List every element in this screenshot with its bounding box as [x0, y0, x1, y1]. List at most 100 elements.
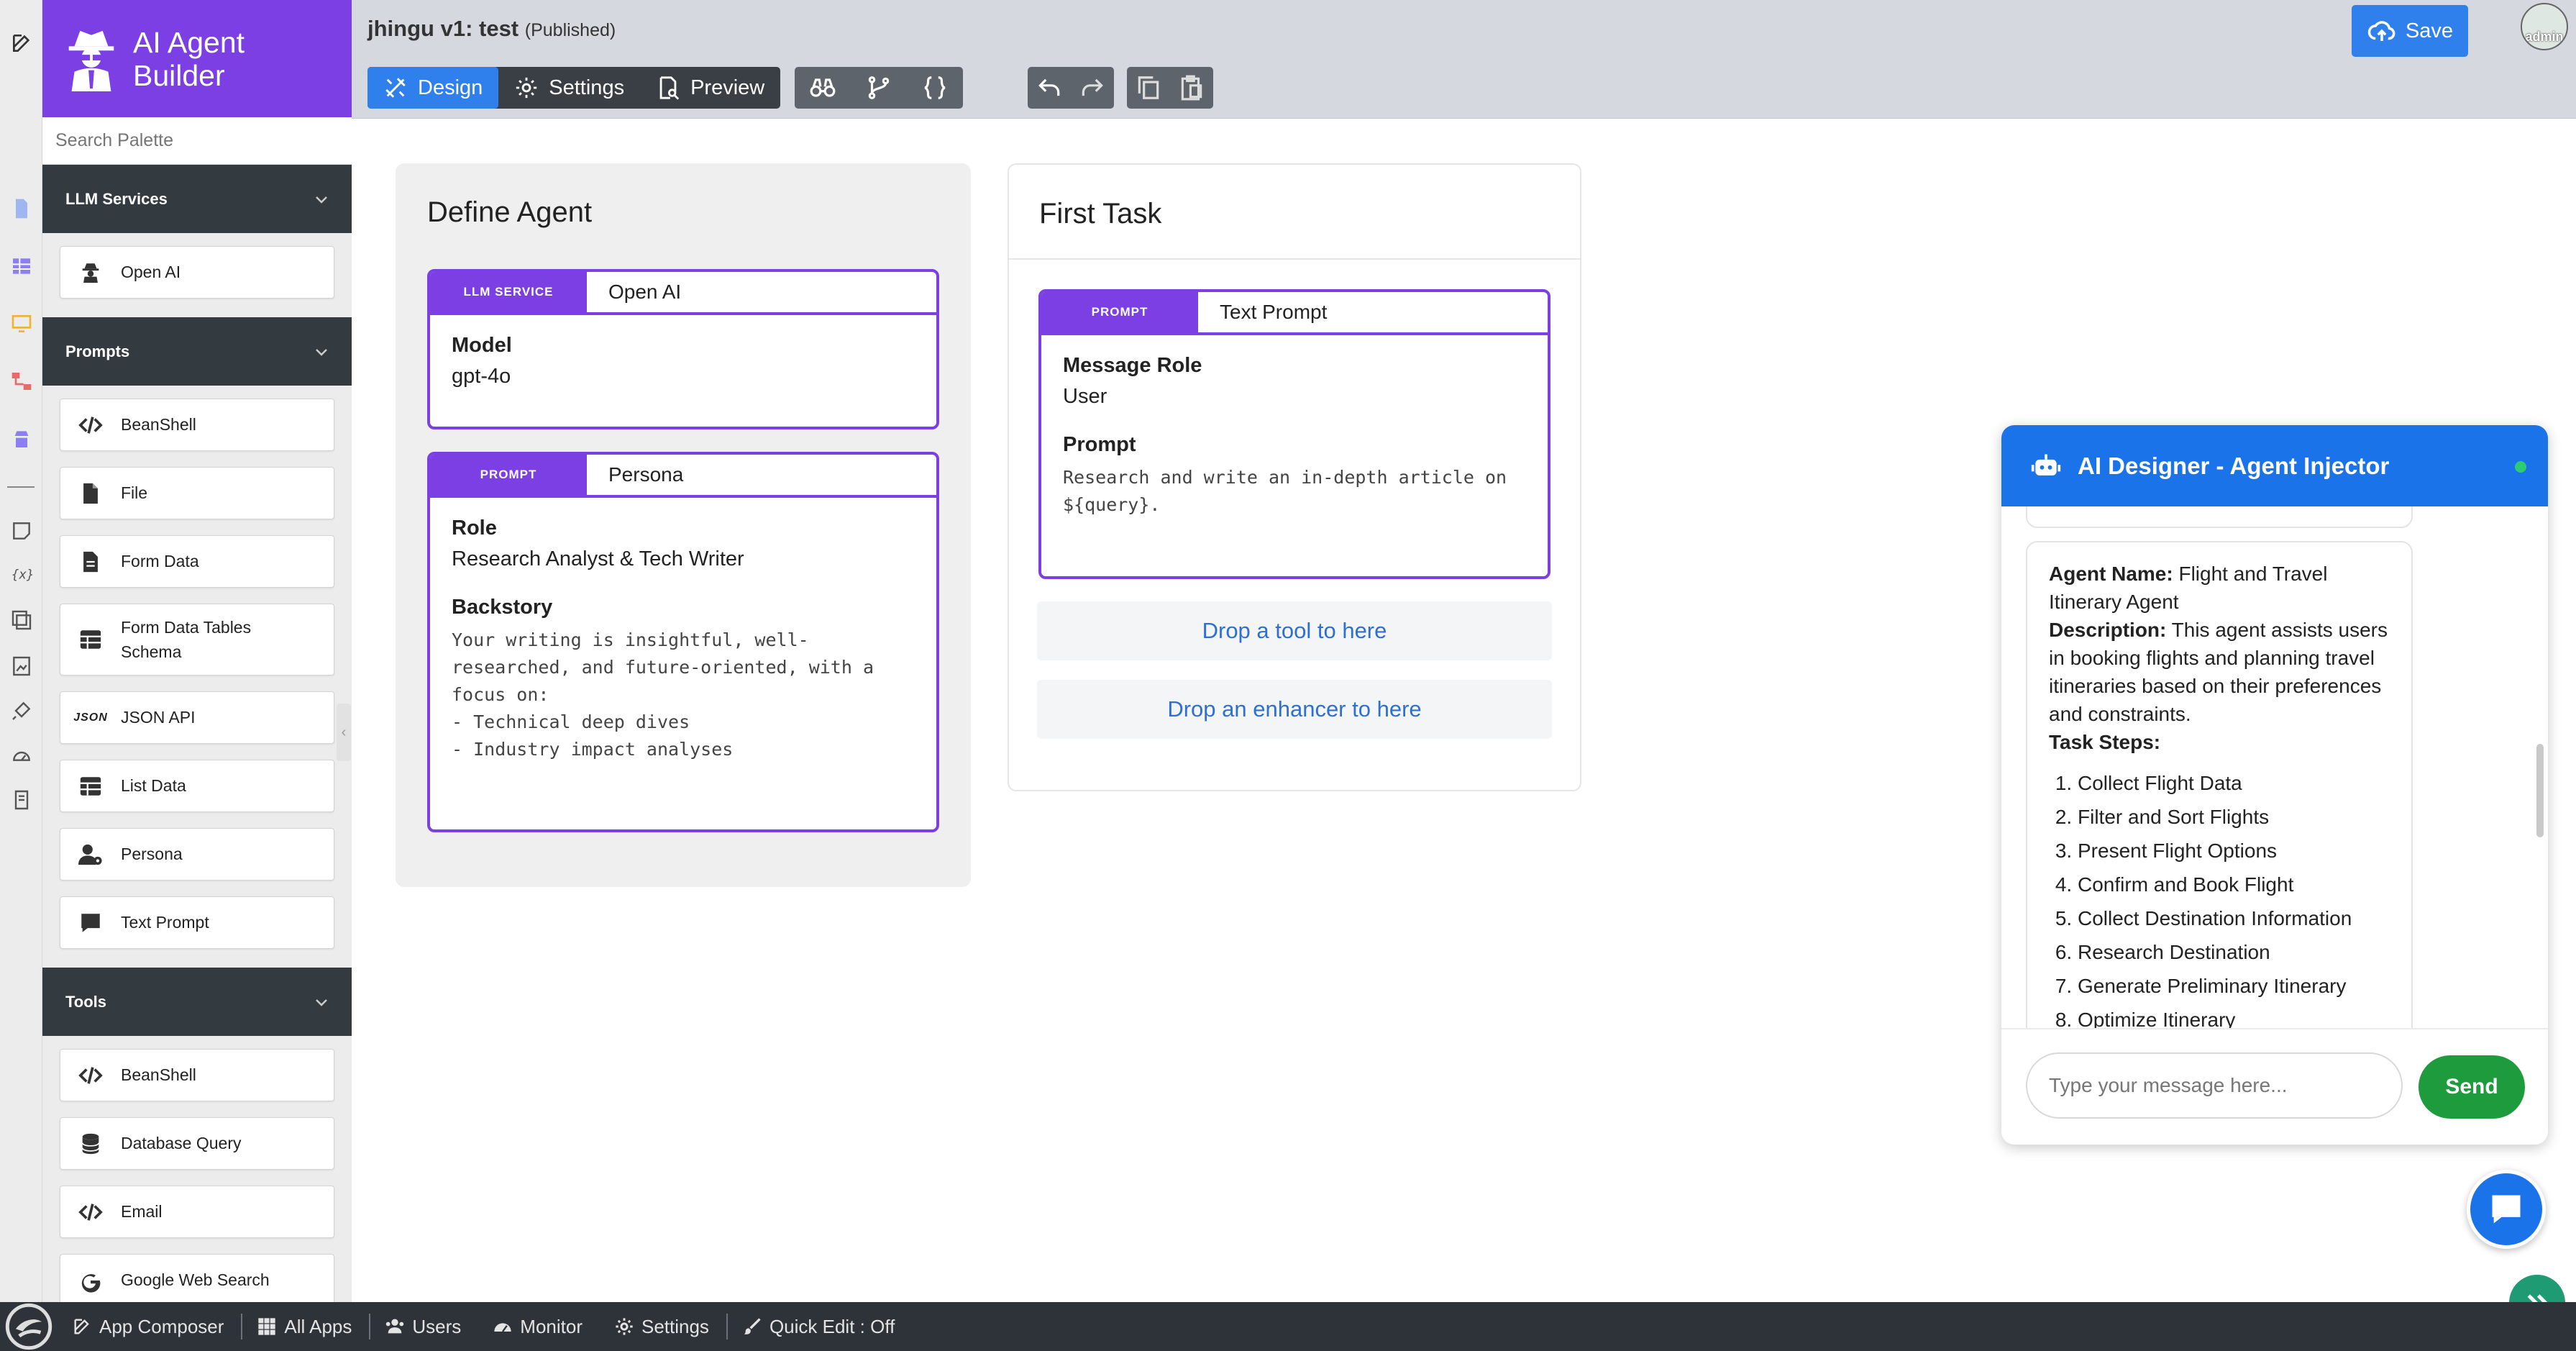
- section-tools[interactable]: Tools: [42, 968, 352, 1036]
- text-prompt-card[interactable]: PROMPT Text Prompt Message Role User Pro…: [1038, 289, 1550, 579]
- tool-drop-zone[interactable]: Drop a tool to here: [1037, 601, 1552, 660]
- palette-item-list-data[interactable]: List Data: [60, 760, 334, 812]
- google-icon: [76, 1266, 105, 1295]
- edit-icon[interactable]: [7, 29, 36, 58]
- binoculars-button[interactable]: [795, 67, 851, 109]
- model-value: gpt-4o: [452, 365, 511, 388]
- chat-toggle-button[interactable]: [2467, 1170, 2546, 1249]
- card-tag: LLM SERVICE: [430, 272, 587, 312]
- backstory-label: Backstory: [452, 596, 553, 619]
- gauge-nav-icon[interactable]: [7, 741, 36, 770]
- section-llm-services[interactable]: LLM Services: [42, 165, 352, 233]
- copy-button[interactable]: [1127, 67, 1170, 109]
- note-nav-icon[interactable]: [7, 517, 36, 545]
- branch-icon: [868, 76, 890, 99]
- paste-button[interactable]: [1170, 67, 1213, 109]
- save-button[interactable]: Save: [2352, 5, 2468, 57]
- palette-item-label: Email: [121, 1202, 163, 1221]
- braces-button[interactable]: [907, 67, 963, 109]
- branch-button[interactable]: [851, 67, 907, 109]
- panel-divider: [1009, 258, 1580, 260]
- card-header: LLM SERVICE Open AI: [430, 272, 936, 315]
- assistant-message-bubble: Agent Name: Flight and Travel Itinerary …: [2026, 541, 2413, 1029]
- chat-scrollbar[interactable]: [2536, 744, 2544, 837]
- persona-card[interactable]: PROMPT Persona Role Research Analyst & T…: [427, 452, 939, 832]
- task-step: Confirm and Book Flight: [2078, 870, 2390, 899]
- palette-item-label: Persona: [121, 845, 183, 863]
- palette-item-text-prompt[interactable]: Text Prompt: [60, 896, 334, 949]
- tab-label: Settings: [549, 76, 625, 99]
- monitor-link[interactable]: Monitor: [478, 1314, 600, 1339]
- tab-preview[interactable]: Preview: [640, 67, 780, 109]
- section-prompts[interactable]: Prompts: [42, 317, 352, 386]
- palette-item-form-data-tables-schema[interactable]: Form Data Tables Schema: [60, 604, 334, 676]
- enhancer-drop-zone[interactable]: Drop an enhancer to here: [1037, 680, 1552, 739]
- images-nav-icon[interactable]: [7, 606, 36, 634]
- json-icon: JSON: [73, 711, 108, 724]
- palette-item-email[interactable]: Email: [60, 1186, 334, 1238]
- users-icon: [386, 1319, 404, 1334]
- palette-item-json-api[interactable]: JSON JSON API: [60, 691, 334, 744]
- image-nav-icon[interactable]: [7, 652, 36, 681]
- send-button[interactable]: Send: [2419, 1055, 2525, 1119]
- agent-nav-icon[interactable]: [7, 424, 36, 453]
- brand-title-line1: AI Agent: [133, 25, 245, 59]
- all-apps-link[interactable]: All Apps: [242, 1314, 371, 1339]
- palette-item-label: Open AI: [121, 263, 181, 281]
- top-header: jhingu v1: test (Published) Design Setti…: [352, 0, 2576, 119]
- binoculars-icon: [810, 78, 836, 97]
- tab-design[interactable]: Design: [367, 67, 499, 109]
- llm-service-card[interactable]: LLM SERVICE Open AI Model gpt-4o: [427, 269, 939, 429]
- table-nav-icon[interactable]: [7, 252, 36, 281]
- agent-name-label: Agent Name:: [2049, 563, 2173, 585]
- palette-collapse-handle[interactable]: ‹: [337, 704, 351, 761]
- section-title: Prompts: [65, 342, 130, 360]
- avatar[interactable]: admin: [2521, 3, 2568, 50]
- palette-search-input[interactable]: [55, 130, 329, 151]
- palette-item-database-query[interactable]: Database Query: [60, 1117, 334, 1170]
- card-header: PROMPT Text Prompt: [1041, 292, 1548, 335]
- variable-nav-icon[interactable]: {x}: [7, 560, 36, 588]
- platform-logo-icon[interactable]: [0, 1302, 58, 1351]
- redo-icon: [1082, 78, 1103, 96]
- palette-item-form-data[interactable]: Form Data: [60, 535, 334, 588]
- section-title: LLM Services: [65, 189, 168, 208]
- quick-edit-toggle[interactable]: Quick Edit : Off: [728, 1314, 912, 1339]
- table-icon: [76, 625, 105, 654]
- description-label: Description:: [2049, 619, 2167, 641]
- history-buttons: [1028, 67, 1114, 109]
- palette-item-file[interactable]: File: [60, 467, 334, 519]
- flow-nav-icon[interactable]: [7, 367, 36, 396]
- palette-item-label: JSON API: [121, 708, 196, 727]
- tab-settings[interactable]: Settings: [498, 67, 640, 109]
- gear-icon: [516, 77, 537, 99]
- left-icon-rail: {x}: [0, 0, 42, 1302]
- undo-button[interactable]: [1028, 67, 1071, 109]
- palette-item-label: Form Data: [121, 552, 199, 570]
- view-tabs: Design Settings Preview: [367, 67, 781, 109]
- palette-item-persona[interactable]: Persona: [60, 828, 334, 881]
- redo-button[interactable]: [1071, 67, 1114, 109]
- monitor-nav-icon[interactable]: [7, 309, 36, 338]
- palette-item-tool-beanshell[interactable]: BeanShell: [60, 1049, 334, 1101]
- users-link[interactable]: Users: [370, 1314, 478, 1339]
- clipboard-buttons: [1127, 67, 1213, 109]
- palette-search[interactable]: [42, 117, 352, 165]
- document-nav-icon[interactable]: [7, 194, 36, 223]
- palette-item-google-web-search[interactable]: Google Web Search: [60, 1254, 334, 1302]
- app-composer-link[interactable]: App Composer: [58, 1314, 243, 1339]
- chat-message-input[interactable]: Type your message here...: [2026, 1052, 2403, 1119]
- palette-item-open-ai[interactable]: Open AI: [60, 246, 334, 299]
- gear-icon: [616, 1318, 633, 1335]
- settings-link[interactable]: Settings: [600, 1314, 728, 1339]
- paste-icon: [1181, 75, 1202, 101]
- palette-item-label: BeanShell: [121, 1065, 196, 1084]
- plugin-nav-icon[interactable]: [7, 696, 36, 725]
- report-nav-icon[interactable]: [7, 786, 36, 814]
- card-tag: PROMPT: [430, 455, 587, 495]
- palette-item-beanshell[interactable]: BeanShell: [60, 399, 334, 451]
- chat-messages[interactable]: Agent Name: Flight and Travel Itinerary …: [2001, 506, 2548, 1029]
- message-role-value: User: [1063, 385, 1107, 408]
- tab-label: Preview: [690, 76, 765, 99]
- avatar-label: admin: [2525, 29, 2564, 44]
